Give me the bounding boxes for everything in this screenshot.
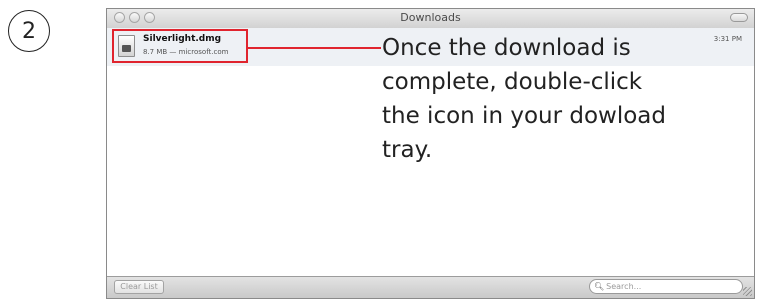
resize-grip[interactable] (743, 287, 752, 296)
toolbar-toggle-button[interactable] (730, 13, 748, 22)
search-icon: 🔍︎ (594, 282, 605, 291)
step-number-badge: 2 (8, 10, 50, 52)
clear-list-button[interactable]: Clear List (114, 280, 164, 294)
instruction-callout: Once the download is complete, double-cl… (382, 35, 666, 163)
callout-connector-line (247, 47, 381, 49)
window-title: Downloads (400, 11, 461, 24)
search-field[interactable]: 🔍︎ Search... (589, 279, 743, 294)
download-time: 3:31 PM (713, 35, 742, 43)
title-bar: Downloads (107, 9, 754, 29)
highlight-box (112, 29, 248, 63)
search-placeholder: Search... (606, 282, 642, 291)
bottom-bar: Clear List 🔍︎ Search... (107, 276, 754, 298)
step-number: 2 (22, 18, 36, 44)
